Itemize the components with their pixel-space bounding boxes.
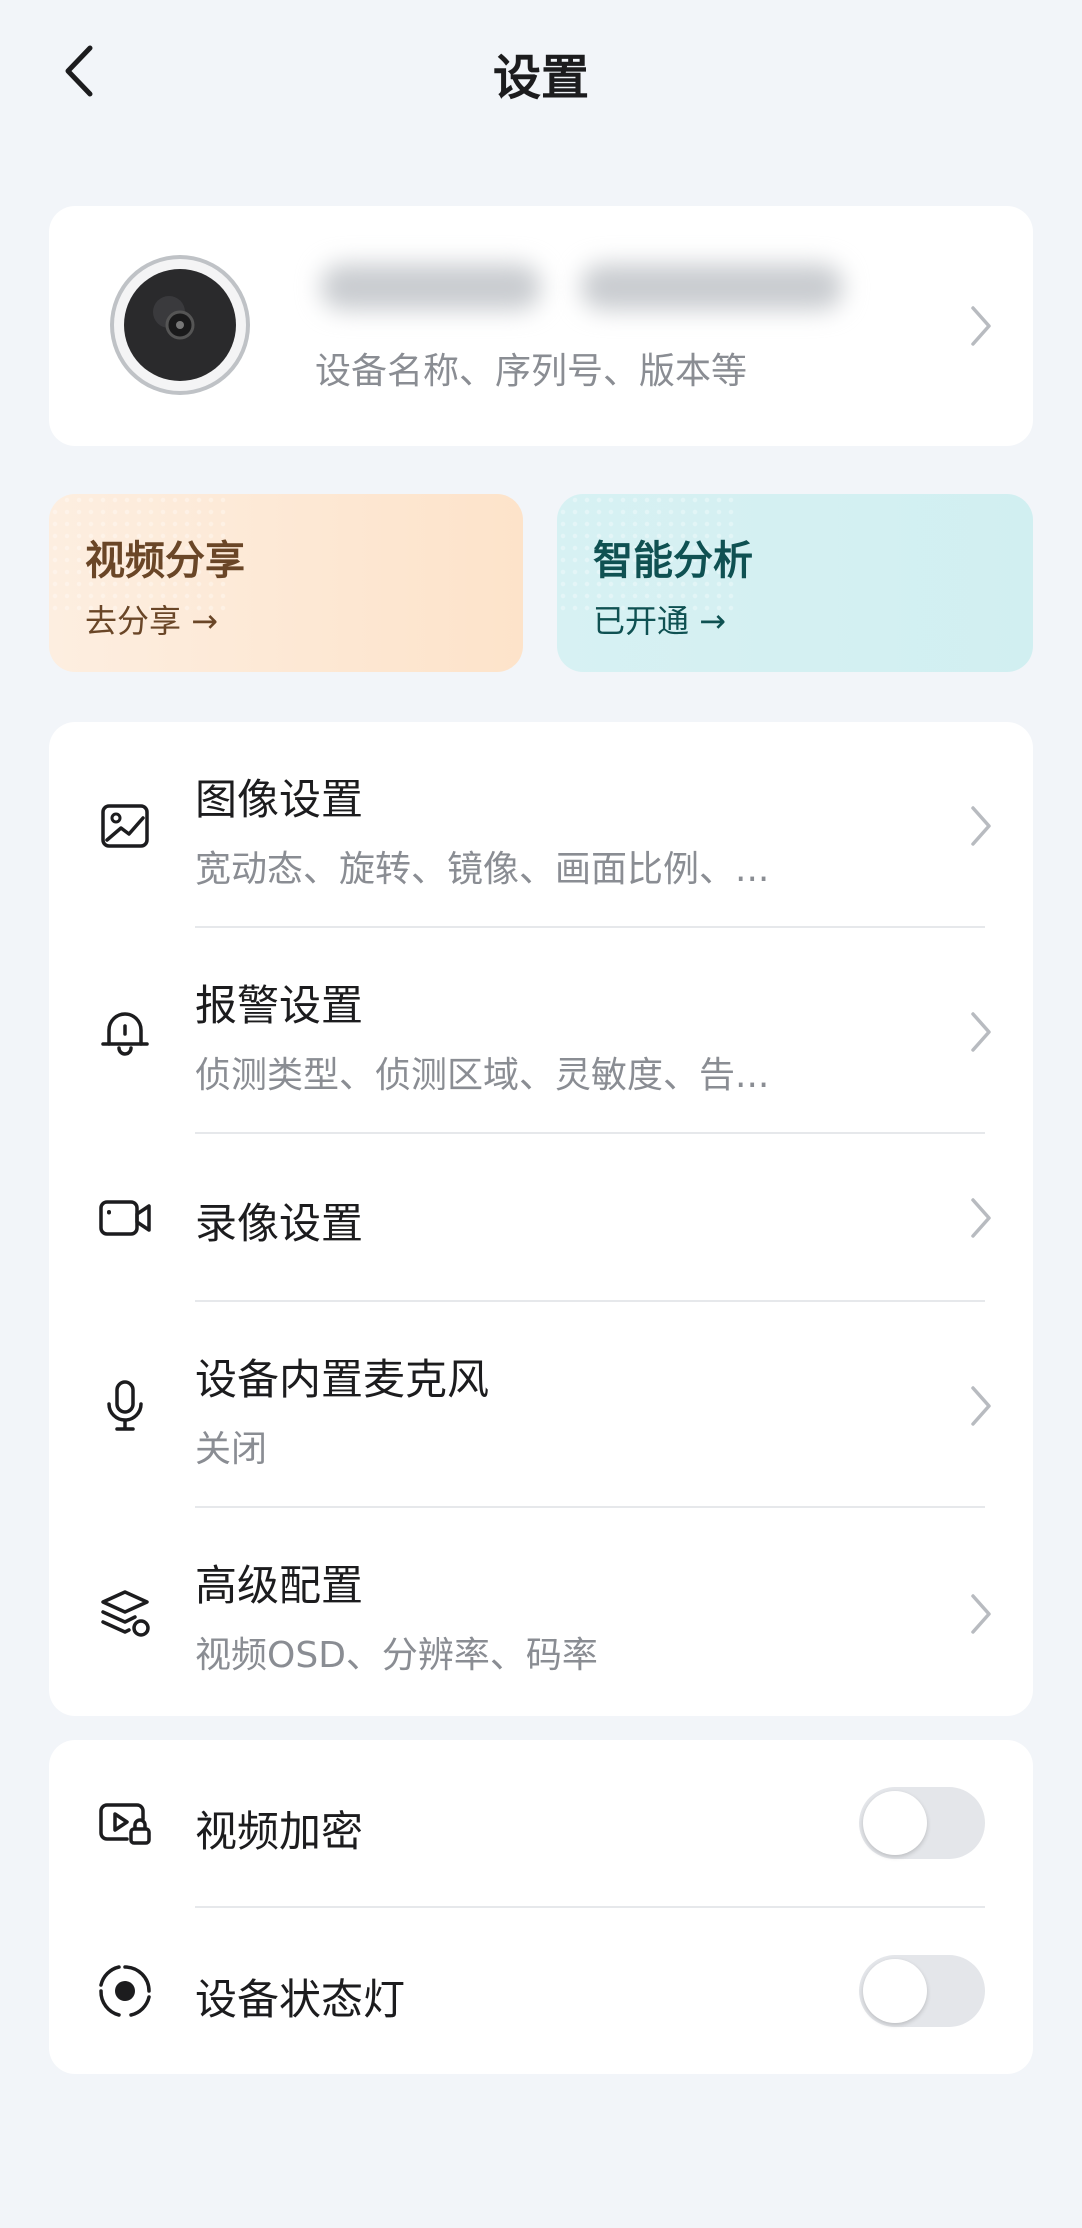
recording-settings-row[interactable]: 录像设置 (49, 1134, 1033, 1302)
alarm-settings-title: 报警设置 (195, 981, 364, 1030)
chevron-right-icon (961, 798, 1001, 854)
video-lock-icon (97, 1795, 153, 1851)
smart-analysis-card[interactable]: 智能分析 已开通 → (557, 494, 1033, 672)
smart-analysis-action: 已开通 → (593, 602, 726, 640)
advanced-config-title: 高级配置 (195, 1561, 364, 1610)
advanced-config-row[interactable]: 高级配置 视频OSD、分辨率、码率 (49, 1508, 1033, 1716)
alarm-bell-icon (97, 1004, 153, 1060)
chevron-right-icon (961, 1586, 1001, 1642)
status-light-toggle[interactable] (859, 1955, 985, 2027)
advanced-config-subtitle: 视频OSD、分辨率、码率 (195, 1635, 598, 1676)
image-icon (97, 798, 153, 854)
chevron-right-icon (961, 1004, 1001, 1060)
page-title: 设置 (492, 50, 589, 106)
device-info-card[interactable]: 设备名称、序列号、版本等 (49, 206, 1033, 446)
chevron-right-icon (961, 1190, 1001, 1246)
microphone-status: 关闭 (195, 1429, 268, 1470)
device-info-subtitle: 设备名称、序列号、版本等 (315, 351, 748, 392)
status-light-title: 设备状态灯 (195, 1975, 406, 2024)
video-encryption-row: 视频加密 (49, 1740, 1033, 1906)
status-light-row: 设备状态灯 (49, 1908, 1033, 2074)
status-light-icon (97, 1963, 153, 2019)
video-encryption-title: 视频加密 (195, 1807, 364, 1856)
microphone-icon (97, 1378, 153, 1434)
video-share-action: 去分享 → (85, 602, 218, 640)
microphone-title: 设备内置麦克风 (195, 1355, 490, 1404)
device-name-redacted (311, 248, 853, 324)
top-bar: 设置 (0, 0, 1082, 140)
image-settings-row[interactable]: 图像设置 宽动态、旋转、镜像、画面比例、... (49, 722, 1033, 928)
camera-avatar (109, 254, 251, 396)
chevron-right-icon (961, 1378, 1001, 1434)
video-share-title: 视频分享 (85, 538, 245, 584)
chevron-right-icon (961, 298, 1001, 354)
microphone-row[interactable]: 设备内置麦克风 关闭 (49, 1302, 1033, 1508)
image-settings-subtitle: 宽动态、旋转、镜像、画面比例、... (195, 849, 770, 890)
alarm-settings-row[interactable]: 报警设置 侦测类型、侦测区域、灵敏度、告... (49, 928, 1033, 1134)
video-share-card[interactable]: 视频分享 去分享 → (49, 494, 523, 672)
settings-list: 图像设置 宽动态、旋转、镜像、画面比例、... 报警设置 侦测类型、侦测区域、灵… (49, 722, 1033, 1716)
toggle-settings-list: 视频加密 设备状态灯 (49, 1740, 1033, 2074)
alarm-settings-subtitle: 侦测类型、侦测区域、灵敏度、告... (195, 1055, 770, 1096)
video-encryption-toggle[interactable] (859, 1787, 985, 1859)
smart-analysis-title: 智能分析 (593, 538, 753, 584)
toggle-knob (863, 1791, 927, 1855)
video-camera-icon (97, 1190, 153, 1246)
layers-gear-icon (97, 1586, 153, 1642)
toggle-knob (863, 1959, 927, 2023)
recording-settings-title: 录像设置 (195, 1199, 364, 1248)
image-settings-title: 图像设置 (195, 775, 364, 824)
